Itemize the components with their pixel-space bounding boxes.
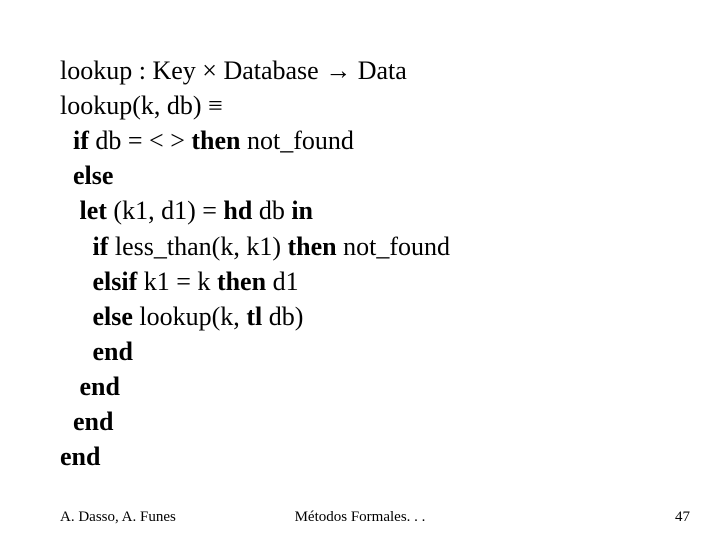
line-12: end: [60, 442, 100, 471]
kw-then: then: [217, 267, 266, 296]
text: d1: [266, 267, 299, 296]
kw-end: end: [80, 372, 120, 401]
line-9: end: [60, 337, 133, 366]
kw-end: end: [60, 442, 100, 471]
text: not_found: [337, 232, 450, 261]
line-3: if db = < > then not_found: [60, 126, 354, 155]
line-7: elsif k1 = k then d1: [60, 267, 299, 296]
text: lookup(k, db): [60, 91, 208, 120]
slide: lookup : Key × Database → Data lookup(k,…: [0, 0, 720, 540]
text: db: [252, 196, 291, 225]
line-5: let (k1, d1) = hd db in: [60, 196, 313, 225]
line-4: else: [60, 161, 113, 190]
kw-if: if: [73, 126, 89, 155]
kw-let: let: [80, 196, 107, 225]
kw-else: else: [73, 161, 113, 190]
line-8: else lookup(k, tl db): [60, 302, 303, 331]
text: db): [262, 302, 303, 331]
equiv-symbol: ≡: [208, 91, 223, 120]
text: db = < >: [89, 126, 192, 155]
kw-if: if: [93, 232, 109, 261]
kw-in: in: [291, 196, 313, 225]
code-block: lookup : Key × Database → Data lookup(k,…: [60, 18, 450, 474]
text: less_than(k, k1): [108, 232, 287, 261]
kw-end: end: [73, 407, 113, 436]
kw-then: then: [287, 232, 336, 261]
text: Data: [351, 56, 407, 85]
kw-then: then: [191, 126, 240, 155]
kw-hd: hd: [223, 196, 252, 225]
line-6: if less_than(k, k1) then not_found: [60, 232, 450, 261]
footer-title: Métodos Formales. . .: [0, 509, 720, 526]
kw-tl: tl: [246, 302, 262, 331]
line-10: end: [60, 372, 120, 401]
line-11: end: [60, 407, 113, 436]
arrow-symbol: →: [325, 56, 351, 85]
footer-page-number: 47: [675, 509, 690, 526]
times-symbol: ×: [202, 56, 217, 85]
text: lookup : Key: [60, 56, 202, 85]
text: k1 = k: [137, 267, 217, 296]
kw-end: end: [93, 337, 133, 366]
kw-else: else: [93, 302, 133, 331]
text: lookup(k,: [133, 302, 246, 331]
line-1: lookup : Key × Database → Data: [60, 56, 407, 85]
kw-elsif: elsif: [93, 267, 138, 296]
text: (k1, d1) =: [107, 196, 223, 225]
text: not_found: [241, 126, 354, 155]
text: Database: [217, 56, 325, 85]
line-2: lookup(k, db) ≡: [60, 91, 223, 120]
